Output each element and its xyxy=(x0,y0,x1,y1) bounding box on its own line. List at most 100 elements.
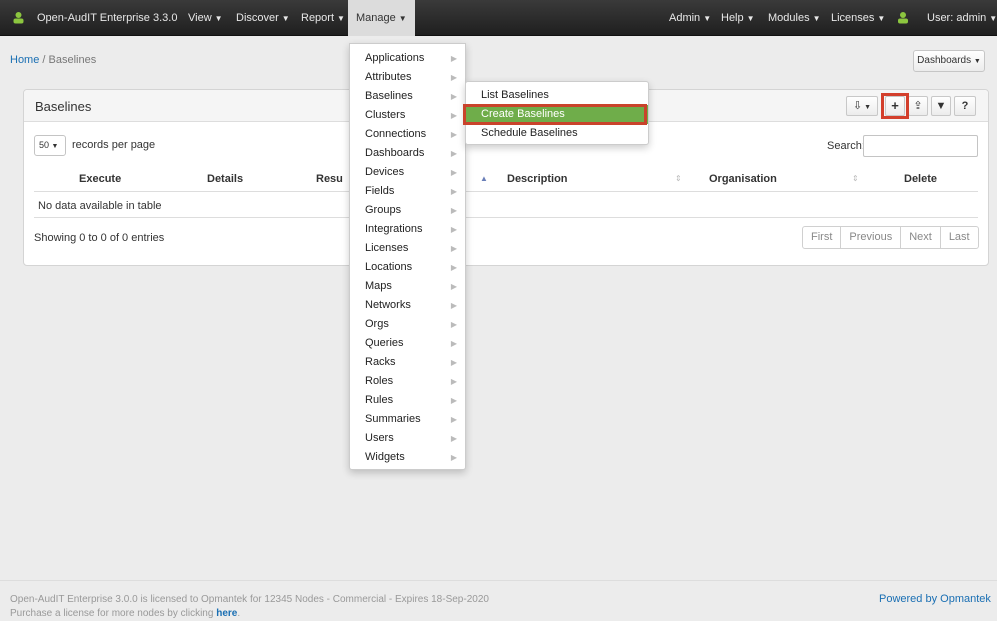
menu-item-label: Orgs xyxy=(365,318,389,330)
caret-down-icon: ▼ xyxy=(703,14,712,23)
menu-item-label: Widgets xyxy=(365,451,405,463)
menu-item-label: Connections xyxy=(365,128,427,140)
records-per-page-value: 50 xyxy=(39,140,50,150)
menu-item-attributes[interactable]: Attributes ▶ xyxy=(350,68,465,87)
column-header-details[interactable]: Details xyxy=(207,173,243,185)
menu-discover-label: Discover xyxy=(236,12,279,24)
caret-down-icon: ▼ xyxy=(862,104,872,111)
brand-title[interactable]: Open-AudIT Enterprise 3.3.0 xyxy=(37,0,177,36)
caret-down-icon: ▼ xyxy=(214,14,223,23)
menu-item-label: Devices xyxy=(365,166,405,178)
import-button[interactable]: ⇪ xyxy=(908,96,928,116)
menu-item-baselines[interactable]: Baselines ▶ xyxy=(350,87,465,106)
pager-previous[interactable]: Previous xyxy=(841,227,902,248)
menu-item-label: Attributes xyxy=(365,71,412,83)
chevron-right-icon: ▶ xyxy=(450,282,457,291)
records-per-page-select[interactable]: 50 ▼ xyxy=(34,135,66,156)
table-info: Showing 0 to 0 of 0 entries xyxy=(34,232,165,244)
create-baselines-highlight xyxy=(463,104,647,125)
menu-item-label: Summaries xyxy=(365,413,421,425)
menu-item-label: Applications xyxy=(365,52,425,64)
submenu-list-baselines[interactable]: List Baselines xyxy=(466,86,648,105)
chevron-right-icon: ▶ xyxy=(450,168,457,177)
menu-item-label: Networks xyxy=(365,299,411,311)
help-icon: ? xyxy=(961,100,969,112)
column-header-execute[interactable]: Execute xyxy=(79,173,121,185)
export-button[interactable]: ⇩ ▼ xyxy=(846,96,878,116)
menu-item-users[interactable]: Users ▶ xyxy=(350,429,465,448)
breadcrumb-home[interactable]: Home xyxy=(10,54,39,66)
pager-next[interactable]: Next xyxy=(901,227,941,248)
menu-item-roles[interactable]: Roles ▶ xyxy=(350,372,465,391)
chevron-right-icon: ▶ xyxy=(450,301,457,310)
menu-item-licenses[interactable]: Licenses ▶ xyxy=(350,239,465,258)
menu-admin-label: Admin xyxy=(669,12,701,24)
menu-item-label: Fields xyxy=(365,185,395,197)
submenu-schedule-baselines[interactable]: Schedule Baselines xyxy=(466,124,648,143)
menu-report-label: Report xyxy=(301,12,335,24)
breadcrumb-separator: / xyxy=(42,54,46,66)
menu-user[interactable]: User: admin ▼ xyxy=(927,0,997,36)
menu-licenses-label: Licenses xyxy=(831,12,875,24)
table-header-divider xyxy=(34,191,978,192)
chevron-right-icon: ▶ xyxy=(450,377,457,386)
chevron-right-icon: ▶ xyxy=(450,73,457,82)
menu-item-fields[interactable]: Fields ▶ xyxy=(350,182,465,201)
menu-item-label: Baselines xyxy=(365,90,413,102)
chevron-right-icon: ▶ xyxy=(450,320,457,329)
menu-item-racks[interactable]: Racks ▶ xyxy=(350,353,465,372)
import-icon: ⇪ xyxy=(913,100,923,112)
footer-license-text: Open-AudIT Enterprise 3.0.0 is licensed … xyxy=(10,594,489,605)
menu-item-devices[interactable]: Devices ▶ xyxy=(350,163,465,182)
menu-licenses[interactable]: Licenses ▼ xyxy=(831,0,885,36)
menu-item-label: Licenses xyxy=(365,242,409,254)
menu-item-dashboards[interactable]: Dashboards ▶ xyxy=(350,144,465,163)
chevron-right-icon: ▶ xyxy=(450,339,457,348)
menu-item-rules[interactable]: Rules ▶ xyxy=(350,391,465,410)
menu-view[interactable]: View ▼ xyxy=(188,0,223,36)
breadcrumb: Home / Baselines xyxy=(10,54,96,66)
chevron-right-icon: ▶ xyxy=(450,358,457,367)
menu-discover[interactable]: Discover ▼ xyxy=(236,0,290,36)
pager-last[interactable]: Last xyxy=(941,227,978,248)
dashboards-button[interactable]: Dashboards ▼ xyxy=(913,50,985,72)
powered-by-link[interactable]: Powered by Opmantek xyxy=(879,593,991,605)
menu-item-networks[interactable]: Networks ▶ xyxy=(350,296,465,315)
search-input[interactable] xyxy=(863,135,978,157)
caret-down-icon: ▼ xyxy=(877,14,886,23)
menu-item-queries[interactable]: Queries ▶ xyxy=(350,334,465,353)
menu-view-label: View xyxy=(188,12,212,24)
chevron-right-icon: ▶ xyxy=(450,263,457,272)
menu-item-applications[interactable]: Applications ▶ xyxy=(350,49,465,68)
menu-item-label: Users xyxy=(365,432,394,444)
menu-report[interactable]: Report ▼ xyxy=(301,0,345,36)
menu-item-locations[interactable]: Locations ▶ xyxy=(350,258,465,277)
manage-dropdown-menu: Applications ▶ Attributes ▶ Baselines ▶ Clu… xyxy=(349,43,466,470)
menu-help[interactable]: Help ▼ xyxy=(721,0,755,36)
menu-item-label: Clusters xyxy=(365,109,406,121)
column-header-description[interactable]: Description xyxy=(507,173,568,185)
menu-item-clusters[interactable]: Clusters ▶ xyxy=(350,106,465,125)
footer-purchase-line: Purchase a license for more nodes by cli… xyxy=(10,607,489,621)
open-audit-logo-icon xyxy=(13,12,24,24)
filter-button[interactable]: ▼ xyxy=(931,96,951,116)
menu-item-integrations[interactable]: Integrations ▶ xyxy=(350,220,465,239)
pager-first[interactable]: First xyxy=(803,227,842,248)
menu-manage[interactable]: Manage ▼ xyxy=(348,0,415,36)
help-button[interactable]: ? xyxy=(954,96,976,116)
column-header-delete[interactable]: Delete xyxy=(904,173,937,185)
menu-item-widgets[interactable]: Widgets ▶ xyxy=(350,448,465,467)
menu-item-maps[interactable]: Maps ▶ xyxy=(350,277,465,296)
menu-item-orgs[interactable]: Orgs ▶ xyxy=(350,315,465,334)
menu-item-connections[interactable]: Connections ▶ xyxy=(350,125,465,144)
menu-item-summaries[interactable]: Summaries ▶ xyxy=(350,410,465,429)
menu-item-groups[interactable]: Groups ▶ xyxy=(350,201,465,220)
column-header-results[interactable]: Resu xyxy=(316,173,343,185)
menu-admin[interactable]: Admin ▼ xyxy=(669,0,711,36)
chevron-right-icon: ▶ xyxy=(450,415,457,424)
chevron-right-icon: ▶ xyxy=(450,396,457,405)
column-header-organisation[interactable]: Organisation xyxy=(709,173,777,185)
caret-down-icon: ▼ xyxy=(812,14,821,23)
purchase-here-link[interactable]: here xyxy=(216,608,237,619)
menu-modules[interactable]: Modules ▼ xyxy=(768,0,821,36)
